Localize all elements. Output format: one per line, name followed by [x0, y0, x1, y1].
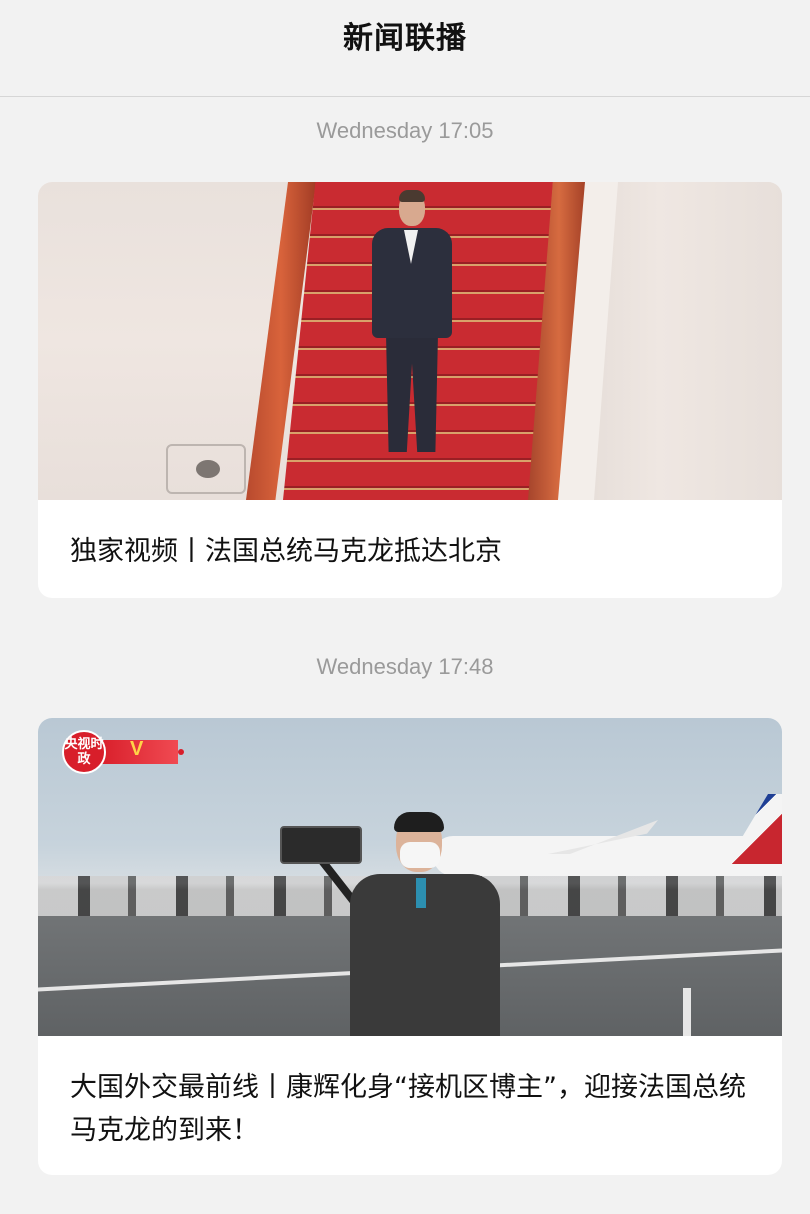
person-figure — [366, 190, 456, 472]
page-title: 新闻联播 — [343, 21, 467, 56]
news-title[interactable]: 大国外交最前线丨康辉化身“接机区博主”，迎接法国总统马克龙的到来！ — [38, 1036, 782, 1152]
news-title[interactable]: 独家视频丨法国总统马克龙抵达北京 — [38, 500, 782, 573]
news-thumbnail[interactable] — [38, 182, 782, 500]
reporter-figure — [330, 812, 520, 1036]
news-card[interactable]: 独家视频丨法国总统马克龙抵达北京 — [38, 182, 782, 598]
header-bar: 新闻联播 — [0, 0, 810, 97]
plane-window — [166, 444, 246, 494]
v-logo-icon: V — [130, 738, 144, 760]
timestamp: Wednesday 17:05 — [316, 118, 494, 143]
news-card[interactable]: V 央视时政 大国外交最前线丨康辉化身“接机区博主”，迎接法国总统马克龙的到来！ — [38, 718, 782, 1175]
channel-logo: 央视时政 — [62, 730, 106, 774]
news-thumbnail[interactable]: V 央视时政 — [38, 718, 782, 1036]
timestamp: Wednesday 17:48 — [316, 654, 494, 679]
